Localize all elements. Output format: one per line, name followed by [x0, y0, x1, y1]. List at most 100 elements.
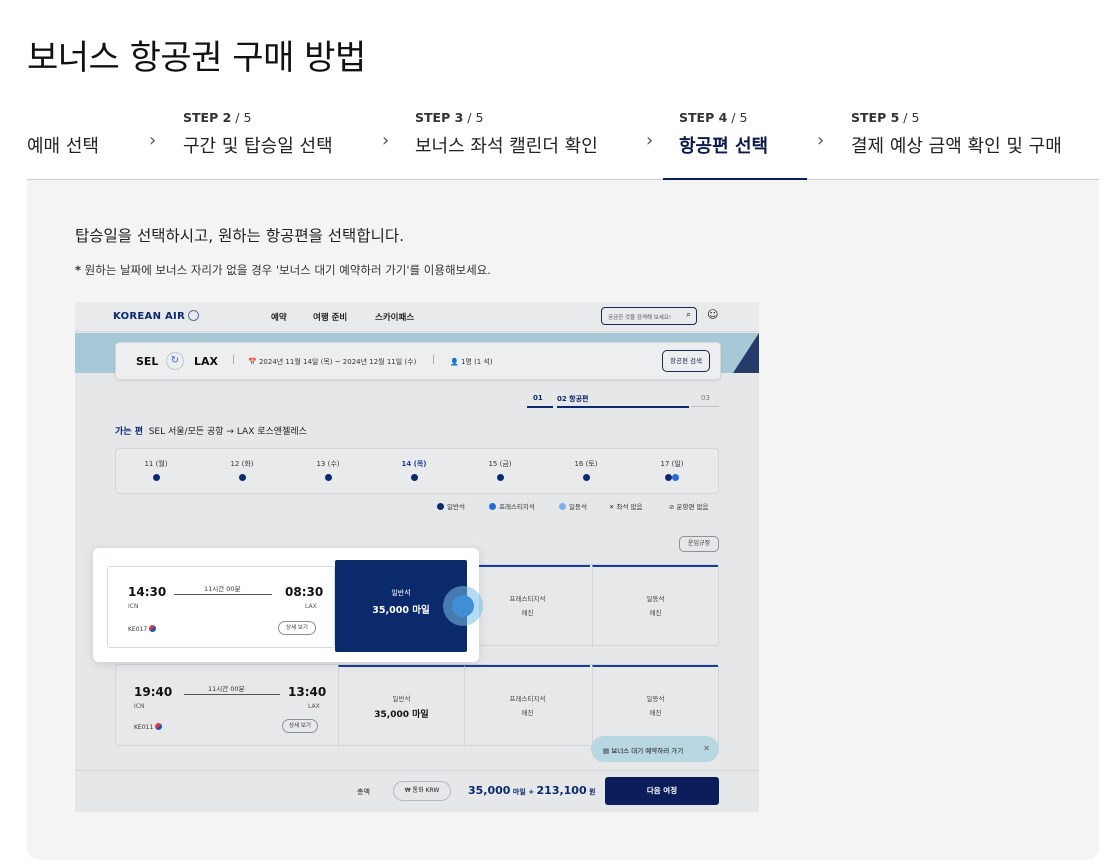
destination-code: LAX	[194, 355, 219, 368]
swap-icon: ↻	[166, 352, 184, 370]
currency-icon: ₩	[404, 787, 413, 794]
step-number: STEP 2 / 5	[183, 110, 252, 125]
arrival-time: 13:40	[288, 685, 327, 699]
flight-row: 19:40 ICN 11시간 00분 13:40 LAX KE011 상세 보기…	[115, 664, 719, 747]
progress-line-active	[557, 406, 689, 408]
fare-rules-button: 운임규정	[679, 536, 719, 552]
step-label: 보너스 좌석 캘린더 확인	[415, 136, 598, 157]
chevron-right-icon: ›	[646, 130, 654, 151]
chevron-right-icon: ›	[382, 130, 390, 151]
date-item-selected: 14 (목)	[384, 459, 444, 483]
korean-air-mark-icon	[155, 723, 163, 730]
site-header: KOREAN AIR 예약 여행 준비 스카이패스 궁금한 것을 검색해 보세요…	[75, 302, 759, 332]
date-selector: 11 (월) 12 (화) 13 (수) 14 (목) 15 (금) 16 (토…	[115, 448, 719, 494]
legend-first: 일등석	[559, 501, 587, 511]
no-seat-icon: ✕	[609, 503, 617, 511]
economy-dot-icon	[437, 503, 444, 510]
economy-available-icon	[238, 474, 246, 481]
step-label: 결제 예상 금액 확인 및 구매	[851, 136, 1062, 157]
step-label: 구간 및 탑승일 선택	[183, 136, 333, 157]
legend-economy: 일반석	[437, 501, 465, 511]
economy-available-icon	[496, 474, 504, 481]
prestige-fare-cell: 프레스티지석 매진	[464, 665, 590, 747]
date-item: 12 (화)	[212, 459, 272, 483]
currency-selector: ₩ 통화 KRW	[393, 781, 451, 801]
step-label: 예매 선택	[27, 136, 99, 157]
highlighted-flight: 14:30 ICN 11시간 00분 08:30 LAX KE017 상세 보기…	[93, 548, 479, 662]
date-item: 11 (월)	[126, 459, 186, 483]
prestige-dot-icon	[489, 503, 496, 510]
date-item: 17 (일)	[642, 459, 702, 483]
prestige-available-icon	[672, 474, 679, 481]
departure-time: 14:30	[128, 585, 167, 599]
flight-path-line	[174, 594, 272, 595]
progress-step-3: 03	[701, 394, 710, 402]
leg-title: 가는 편 SEL 서울/모든 공항 → LAX 로스앤젤레스	[115, 427, 307, 437]
nav-item: 예약	[271, 313, 287, 323]
progress-line	[527, 406, 553, 408]
economy-fare-cell: 일반석 35,000 마일	[338, 665, 464, 747]
progress-step-2: 02 항공편	[557, 395, 589, 403]
arrival-airport: LAX	[308, 703, 320, 710]
search-input: 궁금한 것을 검색해 보세요! ⌕	[601, 307, 697, 325]
flight-duration: 11시간 00분	[208, 685, 245, 693]
divider: |	[432, 355, 436, 365]
flight-card: 14:30 ICN 11시간 00분 08:30 LAX KE017 상세 보기	[107, 566, 335, 648]
date-item: 15 (금)	[470, 459, 530, 483]
legend-no-flight: ⊘ 운항편 없음	[669, 503, 709, 511]
close-icon: ✕	[703, 744, 710, 753]
date-item: 13 (수)	[298, 459, 358, 483]
total-label: 총액	[357, 788, 370, 796]
step-note: * 원하는 날짜에 보너스 자리가 없을 경우 '보너스 대기 예약하러 가기'…	[75, 263, 491, 277]
search-icon: ⌕	[685, 310, 691, 320]
flight-number: KE017	[128, 625, 157, 633]
bonus-waitlist-chip: ▤ 보너스 대기 예약하러 가기 ✕	[591, 736, 719, 762]
economy-available-icon	[152, 474, 160, 481]
step-label: 항공편 선택	[679, 136, 769, 157]
origin-code: SEL	[136, 355, 159, 368]
economy-available-icon	[582, 474, 590, 481]
passenger-count: 👤 1명 (1 석)	[450, 358, 493, 366]
step-number: STEP 5 / 5	[851, 110, 920, 125]
step-content-panel: 탑승일을 선택하시고, 원하는 항공편을 선택합니다. * 원하는 날짜에 보너…	[27, 180, 1099, 860]
departure-airport: ICN	[134, 703, 145, 710]
arrival-time: 08:30	[285, 585, 324, 599]
flight-search-button: 항공편 검색	[662, 350, 710, 372]
taegeuk-logo-icon	[188, 310, 200, 321]
route-summary-bar: SEL ↻ LAX | 📅 2024년 11월 14일 (목) ~ 2024년 …	[115, 342, 721, 380]
flight-path-line	[184, 694, 280, 695]
total-amount: 35,000 마일 + 213,100 원	[468, 784, 596, 797]
band-corner	[733, 333, 759, 373]
booking-footer: 총액 ₩ 통화 KRW 35,000 마일 + 213,100 원 다음 여정	[75, 770, 759, 812]
divider: |	[232, 355, 236, 365]
korean-air-mark-icon	[149, 625, 157, 632]
booking-screenshot: KOREAN AIR 예약 여행 준비 스카이패스 궁금한 것을 검색해 보세요…	[75, 302, 759, 812]
nav-item: 스카이패스	[375, 313, 415, 323]
date-item: 16 (토)	[556, 459, 616, 483]
waitlist-icon: ▤	[603, 747, 612, 755]
chevron-right-icon: ›	[817, 130, 825, 151]
economy-available-icon	[665, 474, 672, 481]
departure-time: 19:40	[134, 685, 173, 699]
legend-prestige: 프레스티지석	[489, 501, 535, 511]
legend-no-seat: ✕ 좌석 없음	[609, 503, 643, 511]
flight-number: KE011	[134, 723, 163, 731]
progress-line	[691, 406, 719, 407]
step-tabs: 예매 선택 › STEP 2 / 5 구간 및 탑승일 선택 › STEP 3 …	[27, 100, 1099, 181]
first-fare-cell: 일등석 매진	[592, 565, 718, 647]
user-icon: ☺	[707, 308, 719, 321]
flight-detail-button: 상세 보기	[278, 621, 316, 635]
flight-duration: 11시간 00분	[204, 585, 241, 593]
step-description: 탑승일을 선택하시고, 원하는 항공편을 선택합니다.	[75, 227, 405, 245]
date-range: 📅 2024년 11월 14일 (목) ~ 2024년 12월 11일 (수)	[248, 358, 417, 366]
next-itinerary-button: 다음 여정	[605, 777, 719, 805]
nav-item: 여행 준비	[313, 313, 348, 323]
economy-available-icon	[324, 474, 332, 481]
economy-available-icon	[410, 474, 418, 481]
korean-air-logo: KOREAN AIR	[113, 310, 200, 322]
first-dot-icon	[559, 503, 566, 510]
chevron-right-icon: ›	[149, 130, 157, 151]
departure-airport: ICN	[128, 603, 139, 610]
step-number: STEP 3 / 5	[415, 110, 484, 125]
flight-detail-button: 상세 보기	[282, 719, 318, 733]
